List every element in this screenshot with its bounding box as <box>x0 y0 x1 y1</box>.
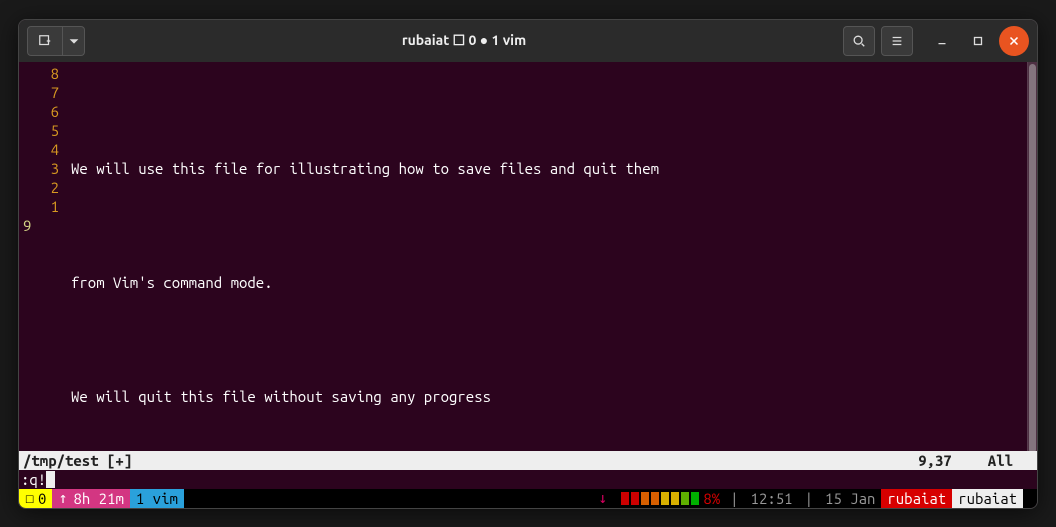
tmux-date-segment: 15 Jan <box>819 489 881 508</box>
line-number: 8 <box>19 64 59 83</box>
close-icon <box>1007 34 1021 48</box>
tmux-time: 12:51 <box>751 490 793 507</box>
tmux-session-segment[interactable]: ☐ 0 <box>19 489 52 508</box>
arrow-up-icon: ↑ <box>58 489 67 507</box>
hamburger-icon <box>890 34 904 48</box>
arrow-down-icon: ↓ <box>598 489 607 507</box>
buffer-line: We will use this file for illustrating h… <box>71 159 1037 178</box>
scrollbar[interactable] <box>1027 62 1037 451</box>
status-filename: /tmp/test [+] <box>23 452 132 469</box>
buffer-line <box>71 216 1037 235</box>
line-number: 7 <box>19 83 59 102</box>
tmux-uptime: 8h 21m <box>73 490 123 507</box>
tmux-user: rubaiat <box>887 490 946 507</box>
terminal-window: rubaiat ☐ 0 ● 1 vim 8 7 6 5 4 <box>18 19 1038 509</box>
editor-area[interactable]: 8 7 6 5 4 3 2 1 9 We will use this file … <box>19 62 1037 451</box>
tmux-window-label: 1 vim <box>136 490 178 507</box>
line-number: 5 <box>19 121 59 140</box>
status-cursor-pos: 9,37 <box>918 452 952 469</box>
window-title: rubaiat ☐ 0 ● 1 vim <box>91 32 837 49</box>
battery-icon <box>621 492 699 505</box>
new-tab-button[interactable] <box>27 26 63 56</box>
tmux-battery-segment: 8% <box>613 489 724 508</box>
current-line-number: 9 <box>19 216 59 235</box>
tmux-status-bar: ☐ 0 ↑ 8h 21m 1 vim ↓ <box>19 489 1037 508</box>
line-number-gutter: 8 7 6 5 4 3 2 1 9 <box>19 64 71 451</box>
buffer-line: We will quit this file without saving an… <box>71 387 1037 406</box>
close-button[interactable] <box>999 26 1029 56</box>
minimize-button[interactable] <box>927 26 957 56</box>
tmux-sep: | <box>799 489 819 508</box>
tmux-session-index: 0 <box>38 490 46 507</box>
titlebar-left-buttons <box>27 26 85 56</box>
minimize-icon <box>935 34 949 48</box>
status-scroll: All <box>988 452 1013 469</box>
tmux-window-segment[interactable]: 1 vim <box>130 489 184 508</box>
line-number: 1 <box>19 197 59 216</box>
titlebar: rubaiat ☐ 0 ● 1 vim <box>19 20 1037 62</box>
scrollbar-thumb[interactable] <box>1029 64 1036 451</box>
titlebar-right-controls <box>843 26 1029 56</box>
line-number: 2 <box>19 178 59 197</box>
buffer-line <box>71 330 1037 349</box>
tmux-host-segment: rubaiat <box>952 489 1023 508</box>
tmux-uptime-segment: ↑ 8h 21m <box>52 489 129 508</box>
buffer-content: We will use this file for illustrating h… <box>71 64 1037 451</box>
menu-button[interactable] <box>881 26 913 56</box>
tmux-host: rubaiat <box>958 490 1017 507</box>
line-number: 4 <box>19 140 59 159</box>
command-text: :q! <box>21 471 46 488</box>
chevron-down-icon <box>67 34 81 48</box>
tmux-sep: | <box>724 489 744 508</box>
maximize-icon <box>971 34 985 48</box>
cursor-icon <box>46 471 55 488</box>
vim-command-line[interactable]: :q! <box>19 470 1037 489</box>
line-number: 6 <box>19 102 59 121</box>
buffer-line <box>71 444 1037 451</box>
line-number: 3 <box>19 159 59 178</box>
search-button[interactable] <box>843 26 875 56</box>
vim-status-line: /tmp/test [+] 9,37 All <box>19 451 1037 470</box>
new-tab-icon <box>38 34 52 48</box>
tmux-time-segment: 12:51 <box>745 489 799 508</box>
maximize-button[interactable] <box>963 26 993 56</box>
buffer-line: from Vim's command mode. <box>71 273 1037 292</box>
prefix-indicator-icon: ☐ <box>25 489 34 507</box>
tmux-net-segment: ↓ <box>592 489 613 508</box>
search-icon <box>852 34 866 48</box>
battery-percent: 8% <box>703 490 720 507</box>
new-tab-menu-button[interactable] <box>63 26 85 56</box>
buffer-line <box>71 102 1037 121</box>
tmux-user-segment: rubaiat <box>881 489 952 508</box>
tmux-date: 15 Jan <box>825 490 875 507</box>
